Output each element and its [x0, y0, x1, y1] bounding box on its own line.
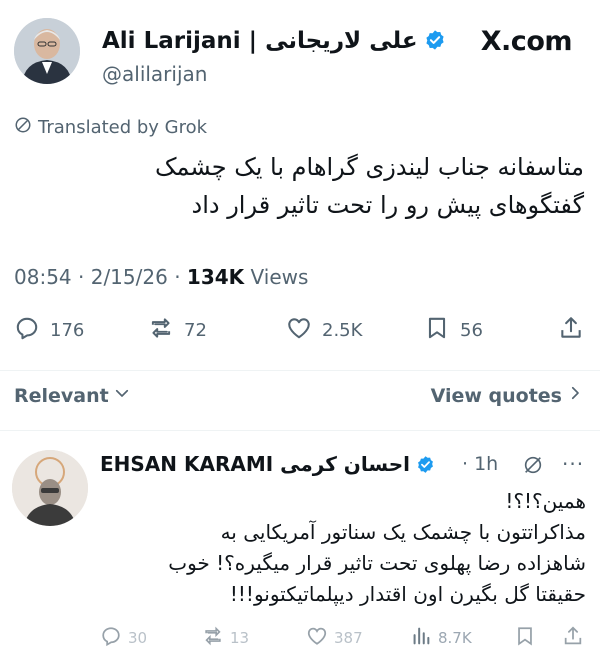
reply-actions: 30 13 387 8.7K — [100, 625, 586, 651]
analytics-icon — [410, 625, 432, 651]
reply-time: 1h — [474, 453, 499, 475]
tweet-date[interactable]: 2/15/26 — [91, 265, 168, 289]
reply-views-count: 8.7K — [438, 629, 472, 647]
reply-author-name[interactable]: EHSAN KARAMI احسان کرمی — [100, 452, 435, 479]
repost-icon — [202, 625, 224, 651]
verified-badge-icon — [416, 455, 435, 479]
chevron-down-icon — [113, 384, 131, 407]
tweet-actions: 176 72 2.5K 56 — [14, 315, 586, 349]
heart-icon — [306, 625, 328, 651]
divider — [0, 430, 600, 431]
reply-views-button[interactable]: 8.7K — [410, 625, 472, 651]
like-button[interactable]: 2.5K — [286, 315, 362, 346]
author-name-text: Ali Larijani | علی لاریجانی — [102, 28, 418, 54]
share-icon — [562, 625, 584, 651]
heart-icon — [286, 315, 312, 346]
like-count: 2.5K — [322, 320, 363, 341]
reply-repost-count: 13 — [230, 629, 250, 647]
more-options-icon[interactable]: ··· — [562, 452, 584, 476]
reply-count: 176 — [50, 320, 85, 341]
share-icon — [558, 315, 584, 346]
bookmark-icon — [424, 315, 450, 346]
reply-text-line: مذاکراتتون با چشمک یک سناتور آمریکایی به — [220, 520, 586, 544]
reply-button[interactable]: 176 — [14, 315, 84, 346]
grok-icon[interactable] — [522, 454, 544, 480]
views-label: Views — [250, 265, 309, 289]
views-count: 134K — [186, 265, 245, 289]
repost-icon — [148, 315, 174, 346]
author-name[interactable]: Ali Larijani | علی لاریجانی — [102, 28, 446, 57]
repost-button[interactable]: 72 — [148, 315, 207, 346]
tweet-text-line: گفتگوهای پیش رو را تحت تاثیر قرار داد — [191, 191, 584, 219]
divider — [0, 370, 600, 371]
reply-text: همین؟!؟! مذاکراتتون با چشمک یک سناتور آم… — [96, 486, 586, 610]
tweet-meta: 08:54 · 2/15/26 · 134K Views — [14, 265, 308, 289]
reply-text-line: شاهزاده رضا پهلوی تحت تاثیر قرار میگیره؟… — [168, 551, 586, 575]
site-logo: X.com — [480, 26, 573, 57]
translate-slash-icon — [14, 116, 32, 139]
sort-label: Relevant — [14, 384, 109, 407]
reply-reply-button[interactable]: 30 — [100, 625, 147, 651]
repost-count: 72 — [184, 320, 207, 341]
author-handle[interactable]: @alilarijan — [102, 62, 207, 86]
reply-separator: · — [462, 453, 469, 475]
reply-icon — [100, 625, 122, 651]
bookmark-button[interactable]: 56 — [424, 315, 483, 346]
view-quotes-link[interactable]: View quotes — [431, 384, 584, 407]
meta-separator: · — [78, 265, 85, 289]
reply-like-count: 387 — [334, 629, 363, 647]
reply-text-line: حقیقتا گل بگیرن اون اقتدار دیپلماتیکتونو… — [229, 582, 586, 606]
reply-share-button[interactable] — [562, 625, 584, 651]
share-button[interactable] — [558, 315, 584, 346]
translated-by-label[interactable]: Translated by Grok — [14, 116, 207, 139]
meta-separator: · — [174, 265, 181, 289]
reply-icon — [14, 315, 40, 346]
reply-text-line: همین؟!؟! — [505, 489, 586, 513]
reply-repost-button[interactable]: 13 — [202, 625, 249, 651]
view-quotes-label: View quotes — [430, 384, 562, 407]
reply-author-name-text: EHSAN KARAMI احسان کرمی — [100, 452, 411, 476]
chevron-right-icon — [566, 384, 584, 407]
reply-reply-count: 30 — [128, 629, 148, 647]
verified-badge-icon — [424, 29, 446, 57]
author-avatar[interactable] — [14, 18, 80, 84]
reply-author-avatar[interactable] — [12, 450, 88, 526]
reply-like-button[interactable]: 387 — [306, 625, 363, 651]
sort-relevant-dropdown[interactable]: Relevant — [14, 384, 131, 407]
tweet-text: متاسفانه جناب لیندزی گراهام با یک چشمک گ… — [44, 148, 584, 224]
tweet-time[interactable]: 08:54 — [14, 265, 72, 289]
reply-bookmark-button[interactable] — [514, 625, 536, 651]
reply-timestamp[interactable]: · 1h — [462, 453, 498, 475]
translated-by-text: Translated by Grok — [38, 117, 208, 138]
bookmark-icon — [514, 625, 536, 651]
bookmark-count: 56 — [460, 320, 483, 341]
tweet-text-line: متاسفانه جناب لیندزی گراهام با یک چشمک — [155, 153, 584, 181]
